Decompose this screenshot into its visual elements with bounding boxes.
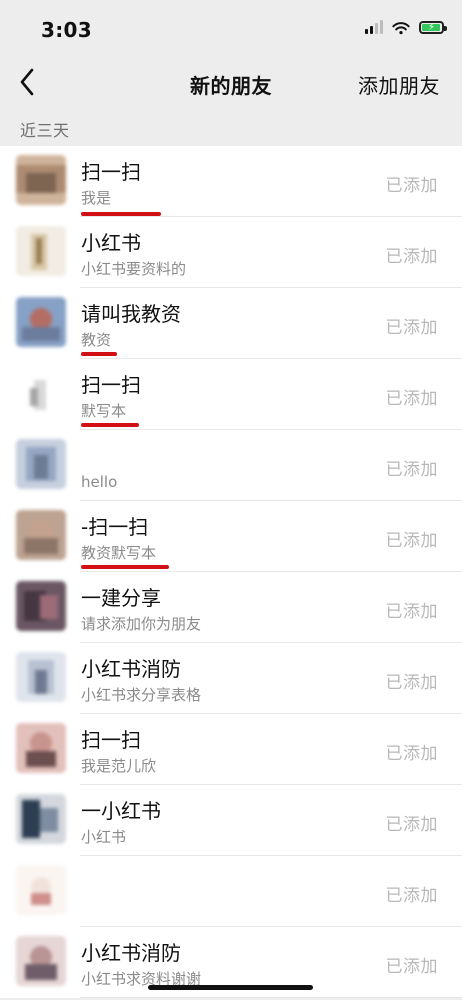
annotation-underline (81, 423, 139, 427)
avatar (16, 794, 66, 844)
contact-message: 我是 (81, 189, 112, 207)
contact-message: 默写本 (81, 402, 127, 420)
wifi-icon (392, 22, 410, 35)
contact-row[interactable]: 小红书 小红书要资料的 已添加 (0, 217, 462, 288)
home-indicator (148, 985, 313, 990)
annotation-underline (81, 212, 161, 216)
added-status: 已添加 (385, 460, 438, 480)
avatar (16, 155, 66, 205)
contact-message: 我是范儿欣 (81, 757, 157, 775)
added-status: 已添加 (385, 318, 438, 338)
avatar (16, 652, 66, 702)
annotation-underline (81, 352, 117, 356)
added-status: 已添加 (385, 957, 438, 977)
contact-message: 教资 (81, 331, 112, 349)
contact-row[interactable]: 一建分享 请求添加你为朋友 已添加 (0, 572, 462, 643)
added-status: 已添加 (385, 176, 438, 196)
status-icons: ⚡ (365, 19, 447, 35)
contact-row[interactable]: 扫一扫 我是 已添加 (0, 146, 462, 217)
add-friend-button[interactable]: 添加朋友 (358, 70, 440, 99)
contact-name: 扫一扫 (81, 160, 141, 184)
contact-name: -扫一扫 (81, 515, 149, 539)
added-status: 已添加 (385, 389, 438, 409)
added-status: 已添加 (385, 744, 438, 764)
contact-message: 教资默写本 (81, 544, 157, 562)
added-status: 已添加 (385, 602, 438, 622)
added-status: 已添加 (385, 673, 438, 693)
contact-name: 扫一扫 (81, 728, 141, 752)
status-bar: 3:03 ⚡ (0, 0, 462, 60)
contact-message: 小红书要资料的 (81, 260, 187, 278)
added-status: 已添加 (385, 815, 438, 835)
avatar (16, 865, 66, 915)
contact-name: 请叫我教资 (81, 302, 181, 326)
status-time: 3:03 (41, 18, 92, 42)
contact-message: 小红书求分享表格 (81, 686, 202, 704)
avatar (16, 723, 66, 773)
contact-name: 一小红书 (81, 799, 161, 823)
avatar (16, 368, 66, 418)
contact-row[interactable]: 小红书消防 小红书求分享表格 已添加 (0, 643, 462, 714)
added-status: 已添加 (385, 886, 438, 906)
contact-message: 小红书 (81, 828, 127, 846)
contact-row[interactable]: 已添加 (0, 856, 462, 927)
contact-message: hello (81, 473, 118, 491)
section-header: 近三天 (0, 108, 462, 146)
avatar (16, 936, 66, 986)
contact-row[interactable]: 扫一扫 我是范儿欣 已添加 (0, 714, 462, 785)
contact-name: 小红书消防 (81, 657, 181, 681)
avatar (16, 581, 66, 631)
avatar (16, 226, 66, 276)
contact-name: 小红书 (81, 231, 141, 255)
battery-icon: ⚡ (419, 20, 447, 34)
contact-name: 一建分享 (81, 586, 161, 610)
added-status: 已添加 (385, 247, 438, 267)
added-status: 已添加 (385, 531, 438, 551)
section-label: 近三天 (20, 121, 70, 140)
avatar (16, 510, 66, 560)
contact-row[interactable]: 请叫我教资 教资 已添加 (0, 288, 462, 359)
cellular-signal-icon (365, 20, 383, 34)
contacts-list: 扫一扫 我是 已添加 小红书 小红书要资料的 已添加 请叫我教资 教资 已添加 (0, 146, 462, 998)
contact-message: 请求添加你为朋友 (81, 615, 202, 633)
contact-name: 扫一扫 (81, 373, 141, 397)
navigation-bar: 新的朋友 添加朋友 (0, 60, 462, 106)
contact-row[interactable]: 扫一扫 默写本 已添加 (0, 359, 462, 430)
contact-name: 小红书消防 (81, 941, 181, 965)
contact-row[interactable]: 一小红书 小红书 已添加 (0, 785, 462, 856)
annotation-underline (81, 565, 169, 569)
avatar (16, 297, 66, 347)
avatar (16, 439, 66, 489)
contact-row[interactable]: hello 已添加 (0, 430, 462, 501)
contact-row[interactable]: -扫一扫 教资默写本 已添加 (0, 501, 462, 572)
